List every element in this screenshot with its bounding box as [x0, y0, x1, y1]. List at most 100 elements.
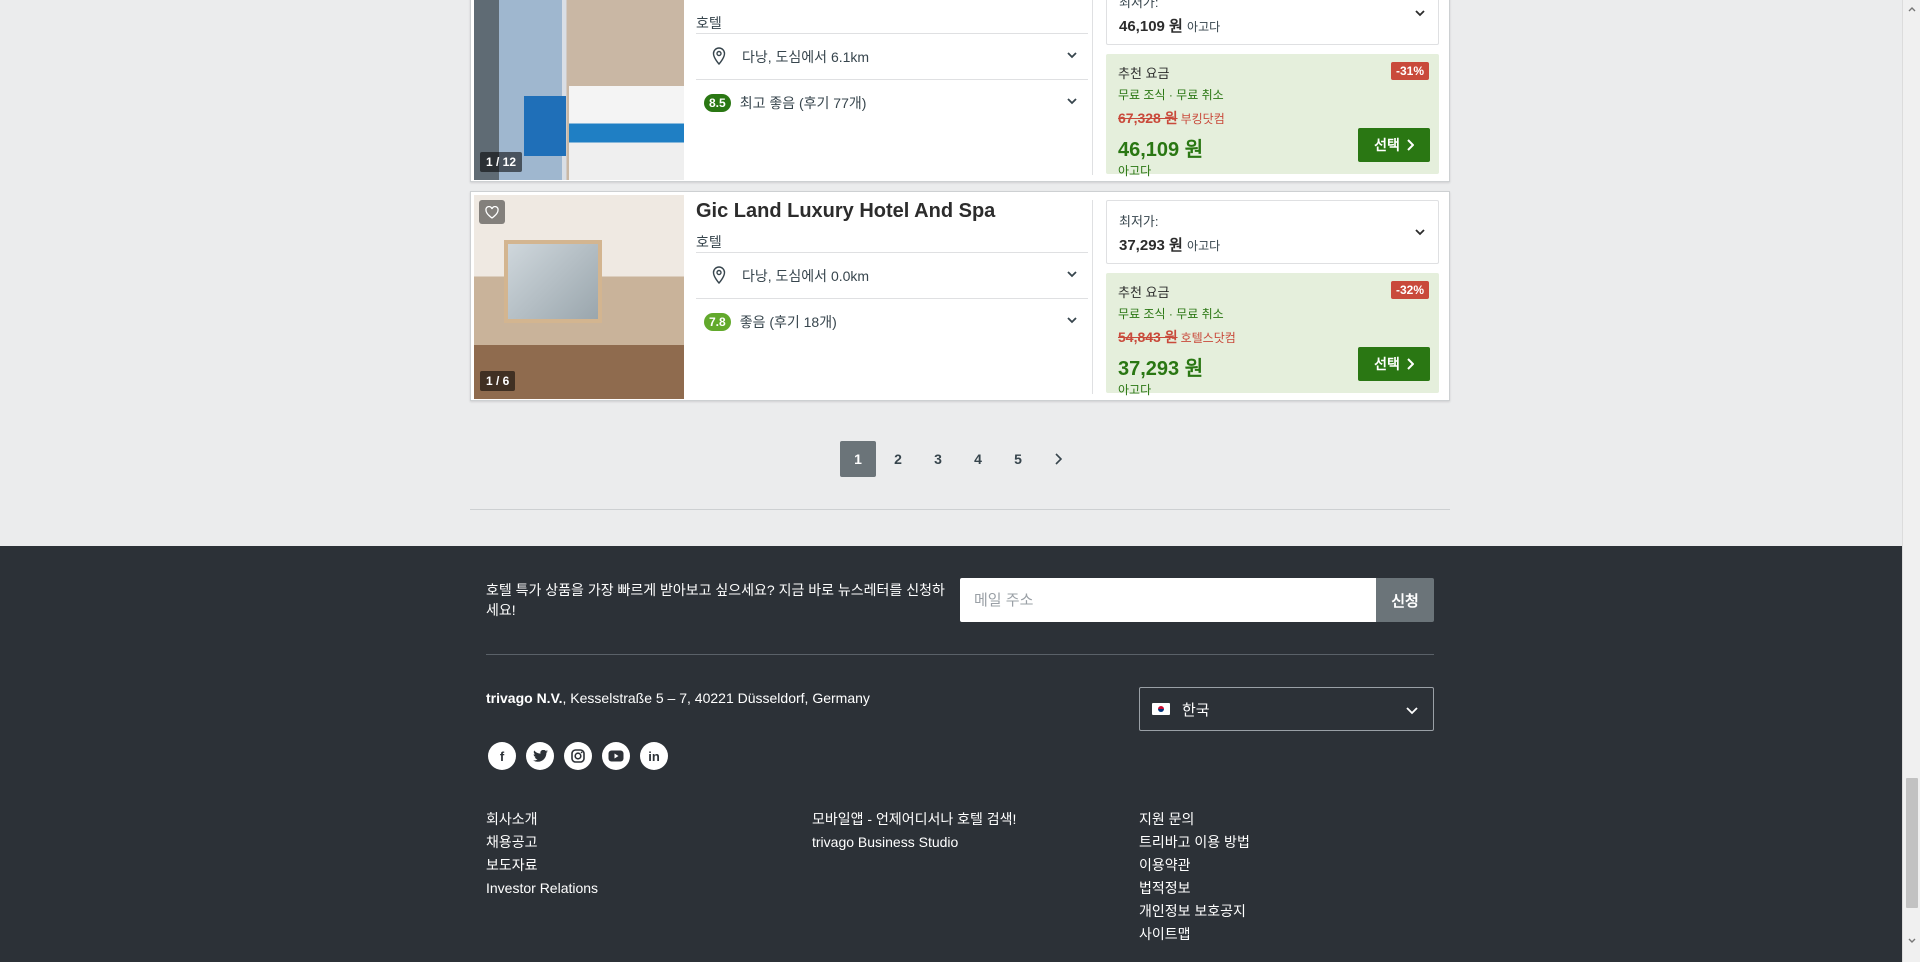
- select-button[interactable]: 선택: [1358, 347, 1430, 381]
- hotel-card[interactable]: 1 / 12 호텔 다낭, 도심에서 6.1km 8.5 최고 좋음 (후기 7…: [470, 0, 1450, 182]
- chevron-down-icon[interactable]: [1066, 267, 1078, 279]
- pagination: 1 2 3 4 5: [840, 441, 1076, 477]
- page-button-3[interactable]: 3: [920, 441, 956, 477]
- lowest-price-value: 46,109 원: [1119, 18, 1183, 35]
- footer-link-terms[interactable]: 이용약관: [1139, 856, 1250, 874]
- email-field[interactable]: [960, 578, 1376, 622]
- select-button-label: 선택: [1374, 137, 1400, 153]
- lowest-price-label: 최저가:: [1119, 0, 1159, 10]
- chevron-down-icon[interactable]: [1066, 313, 1078, 325]
- scroll-down-icon[interactable]: [1907, 936, 1917, 946]
- deal-old-price: 54,843 원: [1118, 329, 1178, 345]
- deal-old-site: 부킹닷컴: [1180, 112, 1225, 126]
- lowest-price-amount: 37,293 원 아고다: [1119, 234, 1426, 255]
- chevron-down-icon[interactable]: [1066, 94, 1078, 106]
- page-button-1[interactable]: 1: [840, 441, 876, 477]
- lowest-price-site: 아고다: [1187, 20, 1221, 34]
- next-page-button[interactable]: [1040, 441, 1076, 477]
- rating-row[interactable]: 7.8 좋음 (후기 18개): [696, 298, 1088, 344]
- twitter-icon[interactable]: [526, 742, 554, 770]
- company-address: trivago N.V., Kesselstraße 5 – 7, 40221 …: [486, 690, 870, 706]
- deal-site: 아고다: [1118, 383, 1152, 397]
- chevron-right-icon: [1055, 453, 1062, 465]
- deal-old-price: 67,328 원: [1118, 110, 1178, 126]
- chevron-down-icon[interactable]: [1414, 6, 1426, 18]
- footer-link-support[interactable]: 지원 문의: [1139, 810, 1250, 828]
- location-pin-icon: [712, 265, 728, 286]
- footer-link-business-studio[interactable]: trivago Business Studio: [812, 833, 1016, 851]
- footer-link-legal[interactable]: 법적정보: [1139, 879, 1250, 897]
- footer-link-privacy[interactable]: 개인정보 보호공지: [1139, 902, 1250, 920]
- lowest-price-value: 37,293 원: [1119, 237, 1183, 254]
- scrollbar-thumb[interactable]: [1906, 778, 1918, 908]
- rating-text: 좋음 (후기 18개): [739, 313, 837, 330]
- rating-row[interactable]: 8.5 최고 좋음 (후기 77개): [696, 79, 1088, 125]
- page: 1 / 12 호텔 다낭, 도심에서 6.1km 8.5 최고 좋음 (후기 7…: [0, 0, 1902, 962]
- korea-flag-icon: [1152, 703, 1170, 715]
- hotel-name[interactable]: Gic Land Luxury Hotel And Spa: [696, 200, 995, 223]
- hotel-info: Gic Land Luxury Hotel And Spa 호텔 다낭, 도심에…: [696, 192, 1088, 400]
- select-button[interactable]: 선택: [1358, 128, 1430, 162]
- newsletter-text: 호텔 특가 상품을 가장 빠르게 받아보고 싶으세요? 지금 바로 뉴스레터를 …: [486, 582, 945, 618]
- divider: [1092, 0, 1093, 175]
- footer-links-apps: 모바일앱 - 언제어디서나 호텔 검색! trivago Business St…: [812, 810, 1016, 851]
- rating-text: 최고 좋음 (후기 77개): [739, 94, 867, 111]
- youtube-icon[interactable]: [602, 742, 630, 770]
- hotel-type: 호텔: [696, 234, 722, 250]
- page-button-5[interactable]: 5: [1000, 441, 1036, 477]
- chevron-right-icon: [1407, 139, 1414, 151]
- discount-badge: -32%: [1390, 281, 1429, 299]
- instagram-icon[interactable]: [564, 742, 592, 770]
- linkedin-icon[interactable]: in: [640, 742, 668, 770]
- location-pin-icon: [712, 46, 728, 67]
- footer-link-sitemap[interactable]: 사이트맵: [1139, 925, 1250, 943]
- scrollbar[interactable]: [1902, 0, 1920, 962]
- footer-link-press[interactable]: 보도자료: [486, 856, 598, 874]
- photo-counter: 1 / 12: [480, 152, 523, 172]
- lowest-price-box[interactable]: 최저가: 37,293 원 아고다: [1106, 200, 1439, 264]
- rating-score: 7.8: [704, 312, 731, 331]
- chevron-down-icon: [1405, 703, 1419, 717]
- location-text: 다낭, 도심에서 6.1km: [742, 48, 870, 65]
- hotel-photo[interactable]: 1 / 12: [474, 0, 684, 180]
- footer: 호텔 특가 상품을 가장 빠르게 받아보고 싶으세요? 지금 바로 뉴스레터를 …: [0, 546, 1902, 962]
- footer-link-mobile-app[interactable]: 모바일앱 - 언제어디서나 호텔 검색!: [812, 810, 1016, 828]
- facebook-icon[interactable]: f: [488, 742, 516, 770]
- chevron-down-icon[interactable]: [1066, 48, 1078, 60]
- deal-old-site: 호텔스닷컴: [1180, 331, 1236, 345]
- photo-counter: 1 / 6: [480, 371, 516, 391]
- discount-badge: -31%: [1390, 62, 1429, 80]
- footer-links-company: 회사소개 채용공고 보도자료 Investor Relations: [486, 810, 598, 897]
- language-select[interactable]: 한국: [1139, 687, 1434, 731]
- chevron-down-icon[interactable]: [1414, 225, 1426, 237]
- page-button-2[interactable]: 2: [880, 441, 916, 477]
- deal-old-price-line: 67,328 원 부킹닷컴: [1118, 108, 1427, 128]
- footer-link-how-it-works[interactable]: 트리바고 이용 방법: [1139, 833, 1250, 851]
- footer-link-careers[interactable]: 채용공고: [486, 833, 598, 851]
- deal-label: 추천 요금: [1118, 285, 1170, 300]
- lowest-price-site: 아고다: [1187, 239, 1221, 253]
- footer-link-investors[interactable]: Investor Relations: [486, 879, 598, 897]
- heart-icon[interactable]: [479, 200, 505, 224]
- select-button-label: 선택: [1374, 356, 1400, 372]
- location-text: 다낭, 도심에서 0.0km: [742, 267, 870, 284]
- company-name: trivago N.V.: [486, 690, 563, 706]
- location-row[interactable]: 다낭, 도심에서 0.0km: [696, 252, 1088, 298]
- page-button-4[interactable]: 4: [960, 441, 996, 477]
- divider: [486, 654, 1434, 655]
- deal-box[interactable]: 추천 요금 무료 조식 · 무료 취소 54,843 원 호텔스닷컴 37,293…: [1106, 273, 1439, 397]
- hotel-photo[interactable]: 1 / 6: [474, 195, 684, 399]
- divider: [470, 509, 1450, 510]
- deal-perks: 무료 조식 · 무료 취소: [1118, 88, 1224, 102]
- subscribe-button[interactable]: 신청: [1376, 578, 1434, 622]
- lowest-price-amount: 46,109 원 아고다: [1119, 15, 1426, 36]
- divider: [1092, 200, 1093, 394]
- lowest-price-box[interactable]: 최저가: 46,109 원 아고다: [1106, 0, 1439, 45]
- hotel-card[interactable]: 1 / 6 Gic Land Luxury Hotel And Spa 호텔 다…: [470, 191, 1450, 401]
- location-row[interactable]: 다낭, 도심에서 6.1km: [696, 33, 1088, 79]
- deal-site: 아고다: [1118, 164, 1152, 178]
- deal-label: 추천 요금: [1118, 66, 1170, 81]
- deal-box[interactable]: 추천 요금 무료 조식 · 무료 취소 67,328 원 부킹닷컴 46,109 …: [1106, 54, 1439, 178]
- footer-link-about[interactable]: 회사소개: [486, 810, 598, 828]
- scroll-up-icon[interactable]: [1907, 4, 1917, 14]
